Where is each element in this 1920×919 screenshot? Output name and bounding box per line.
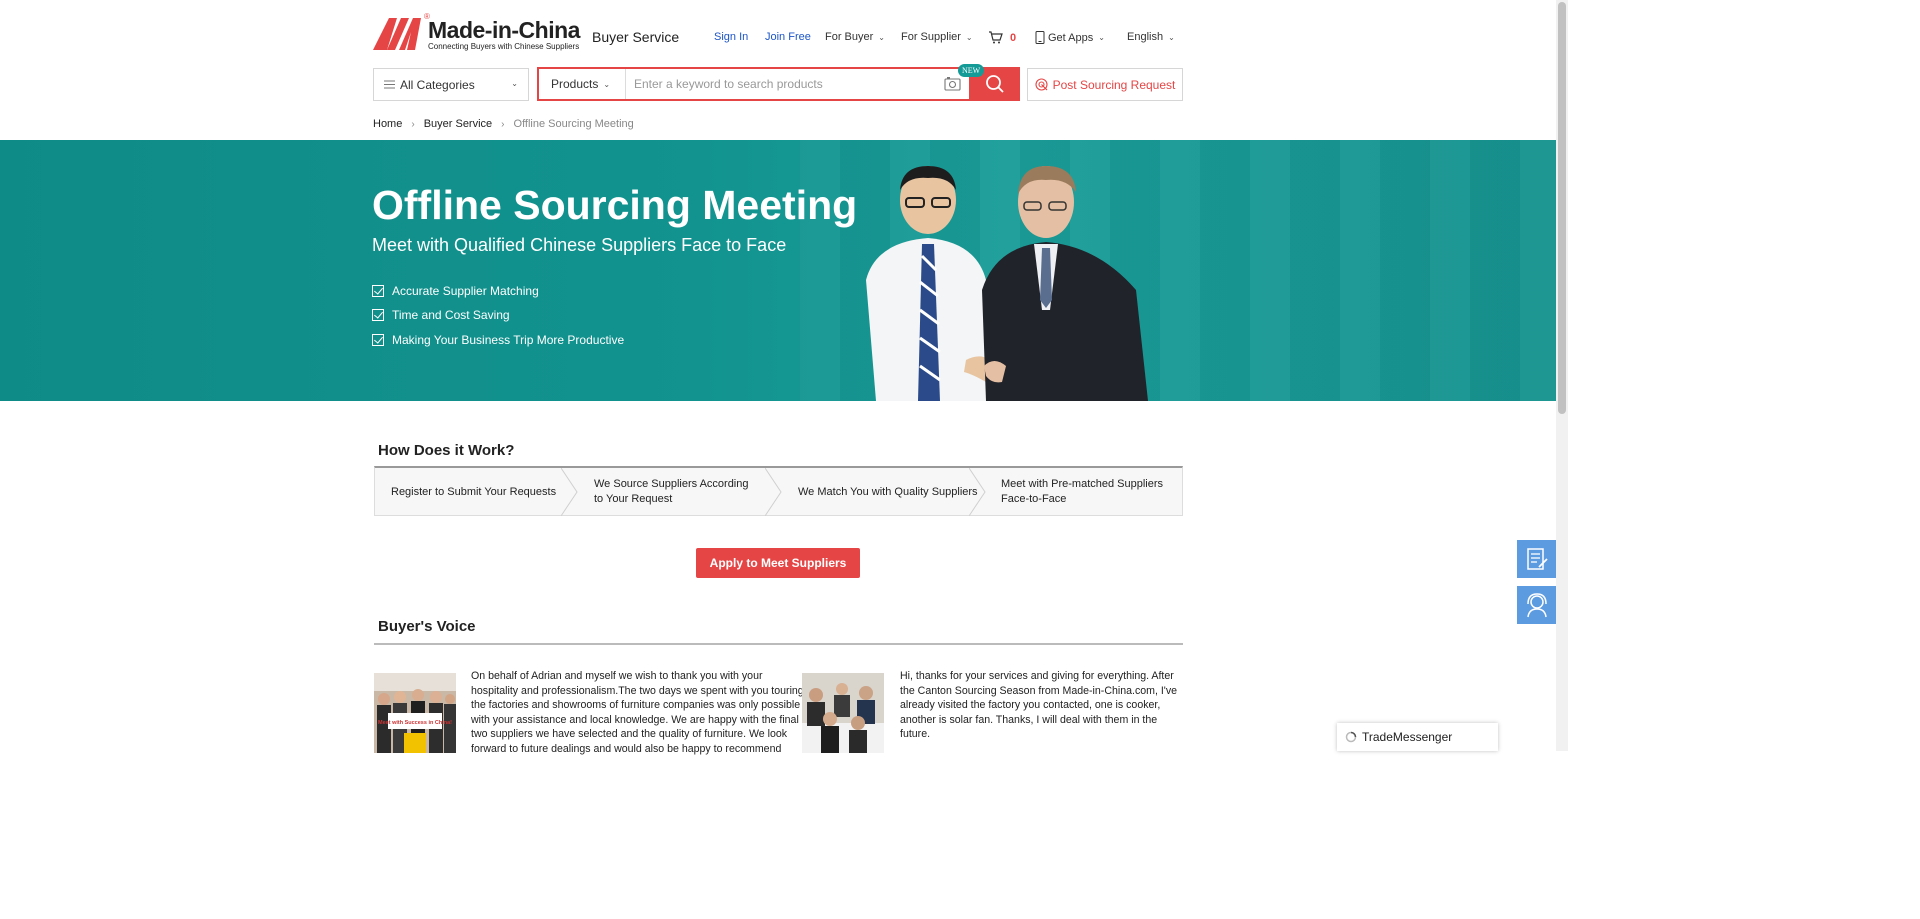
search-icon (985, 75, 1004, 93)
process-steps: Register to Submit Your Requests We Sour… (374, 466, 1183, 516)
sign-in-link[interactable]: Sign In (714, 31, 748, 43)
how-it-works-title: How Does it Work? (378, 442, 515, 459)
breadcrumb-home[interactable]: Home (373, 118, 402, 130)
chevron-down-icon: ⌄ (603, 79, 611, 89)
process-step: Meet with Pre-matched Suppliers Face-to-F… (1001, 478, 1164, 505)
checkbox-icon (372, 285, 384, 297)
chevron-right-icon: › (411, 118, 415, 130)
section-title[interactable]: Buyer Service (592, 29, 679, 45)
cart-count: 0 (1010, 31, 1017, 44)
banner-subtitle: Meet with Qualified Chinese Suppliers Fa… (372, 235, 787, 255)
chevron-down-icon: ⌄ (965, 32, 973, 42)
logo-mark-icon (373, 18, 421, 50)
testimonial-text: On behalf of Adrian and myself we wish t… (471, 670, 804, 755)
inquiry-form-button[interactable] (1517, 540, 1556, 578)
search-scope-select[interactable]: Products ⌄ (539, 69, 626, 99)
chevron-right-icon: › (501, 118, 505, 130)
apply-to-meet-suppliers-button[interactable]: Apply to Meet Suppliers (696, 548, 860, 578)
new-badge: NEW (958, 64, 985, 77)
chevron-down-icon: ⌄ (878, 32, 885, 42)
language-menu[interactable]: English ⌄ (1127, 31, 1175, 43)
testimonial-text: Hi, thanks for your services and giving … (900, 670, 1178, 741)
buyers-voice-title: Buyer's Voice (378, 618, 476, 635)
post-sourcing-request-button[interactable]: Post Sourcing Request (1027, 68, 1183, 101)
breadcrumb-buyer-service[interactable]: Buyer Service (424, 118, 492, 130)
breadcrumb-current: Offline Sourcing Meeting (513, 118, 634, 130)
chevron-down-icon: ⌄ (1168, 32, 1175, 42)
checkbox-icon (372, 334, 384, 346)
feature-item: Making Your Business Trip More Productiv… (372, 333, 624, 347)
cart-icon (989, 31, 1003, 44)
site-header: ® Made-in-China Connecting Buyers with C… (373, 0, 1183, 140)
checkbox-icon (372, 309, 384, 321)
process-step: We Source Suppliers According to Your Req… (594, 478, 749, 505)
trade-messenger-widget[interactable]: TradeMessenger (1337, 723, 1498, 751)
form-icon (1526, 548, 1548, 570)
menu-icon (384, 80, 395, 89)
for-buyer-menu[interactable]: For Buyer ⌄ (825, 31, 885, 43)
feature-item: Accurate Supplier Matching (372, 284, 539, 298)
hero-banner: Offline Sourcing Meeting Meet with Quali… (0, 140, 1556, 401)
site-logo[interactable]: ® Made-in-China Connecting Buyers with C… (373, 12, 580, 54)
camera-icon[interactable] (944, 76, 961, 91)
target-icon (1035, 78, 1048, 91)
logo-name: Made-in-China (428, 17, 580, 43)
cart-link[interactable]: 0 (988, 31, 1016, 44)
scrollbar-thumb[interactable] (1558, 2, 1566, 414)
join-free-link[interactable]: Join Free (765, 31, 811, 43)
search-bar: Products ⌄ (537, 67, 1020, 101)
section-divider (374, 643, 1183, 645)
step-arrow-icon (969, 468, 986, 516)
chevron-down-icon: ⌄ (511, 79, 518, 88)
testimonial-photo: Meet with Success in China! (374, 673, 456, 753)
get-apps-menu[interactable]: Get Apps ⌄ (1035, 31, 1105, 44)
logo-tagline: Connecting Buyers with Chinese Suppliers (428, 42, 580, 51)
handshake-illustration (866, 166, 1148, 401)
photo-sign-text: Meet with Success in China! (378, 720, 452, 726)
process-step: We Match You with Quality Suppliers (798, 485, 978, 498)
testimonial-photo (802, 673, 884, 753)
process-step: Register to Submit Your Requests (391, 485, 557, 498)
customer-service-icon (1526, 593, 1547, 618)
search-input[interactable] (634, 74, 934, 94)
breadcrumb: Home › Buyer Service › Offline Sourcing … (373, 118, 634, 130)
chevron-down-icon: ⌄ (1098, 33, 1105, 42)
feature-item: Time and Cost Saving (372, 308, 510, 322)
loading-spinner-icon (1345, 731, 1357, 743)
step-arrow-icon (765, 468, 782, 516)
banner-title: Offline Sourcing Meeting (372, 182, 858, 228)
customer-service-button[interactable] (1517, 586, 1556, 624)
phone-icon (1035, 31, 1045, 44)
page-scrollbar[interactable] (1556, 0, 1568, 751)
all-categories-dropdown[interactable]: All Categories ⌄ (373, 68, 529, 101)
step-arrow-icon (561, 468, 578, 516)
for-supplier-menu[interactable]: For Supplier ⌄ (901, 31, 973, 43)
